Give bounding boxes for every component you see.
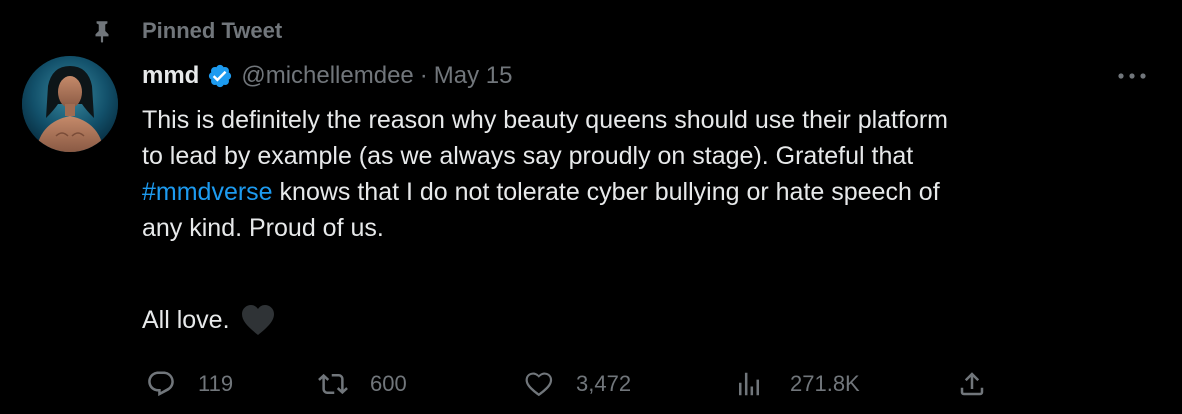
tweet-text-line: any kind. Proud of us. xyxy=(142,214,384,242)
like-count: 3,472 xyxy=(576,371,632,396)
like-button[interactable]: 3,472 xyxy=(524,366,631,402)
tweet-text-line: to lead by example (as we always say pro… xyxy=(142,142,914,170)
share-button[interactable] xyxy=(957,366,987,402)
display-name[interactable]: mmd xyxy=(142,62,199,90)
tweet-text-line: This is definitely the reason why beauty… xyxy=(142,106,949,134)
reply-count: 119 xyxy=(198,371,234,396)
author-handle[interactable]: @michellemdee xyxy=(241,62,413,90)
retweet-button[interactable]: 600 xyxy=(318,366,407,402)
tweet[interactable]: Pinned Tweet mmd @michellemdee · May 15 … xyxy=(0,0,1182,414)
reply-icon xyxy=(148,371,174,397)
tweet-text: This is definitely the reason why beauty… xyxy=(142,102,1152,246)
tweet-closing-line: All love. xyxy=(142,302,276,338)
pinned-label: Pinned Tweet xyxy=(142,18,283,43)
views-count: 271.8K xyxy=(790,371,860,396)
tweet-text-segment: knows that I do not tolerate cyber bully… xyxy=(272,178,940,206)
retweet-count: 600 xyxy=(370,371,407,396)
header-separator: · xyxy=(419,62,428,89)
reply-button[interactable]: 119 xyxy=(146,366,233,402)
retweet-icon xyxy=(318,373,348,395)
black-heart-emoji-icon xyxy=(240,303,276,337)
views-button[interactable]: 271.8K xyxy=(734,366,860,402)
avatar[interactable] xyxy=(22,56,118,152)
hashtag-link[interactable]: #mmdverse xyxy=(142,178,273,206)
tweet-closing-text: All love. xyxy=(142,306,230,334)
pin-icon xyxy=(88,17,116,45)
views-chart-icon xyxy=(739,372,759,396)
tweet-header: mmd @michellemdee · May 15 xyxy=(142,58,512,94)
verified-badge-icon[interactable] xyxy=(207,63,233,89)
more-options-button[interactable] xyxy=(1114,62,1150,90)
pinned-indicator xyxy=(88,14,116,48)
share-icon xyxy=(960,372,984,396)
tweet-actions-bar: 119 600 3,472 271.8K xyxy=(0,366,1182,402)
tweet-date[interactable]: May 15 xyxy=(434,62,513,90)
heart-icon xyxy=(525,372,553,397)
tweet-text-line: #mmdverse knows that I do not tolerate c… xyxy=(142,174,1152,210)
ellipsis-icon xyxy=(1118,73,1146,79)
